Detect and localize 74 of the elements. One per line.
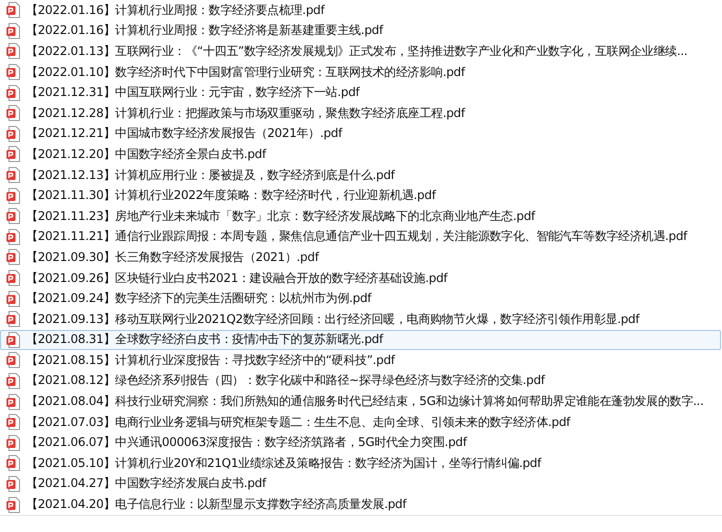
file-row[interactable]: 【2022.01.10】数字经济时代下中国财富管理行业研究：互联网技术的经济影响.pdf xyxy=(0,62,721,82)
file-row[interactable]: 【2021.11.23】房地产行业未来城市「数字」北京：数字经济发展战略下的北京商业地产生态.pdf xyxy=(0,206,721,227)
file-row[interactable]: 【2022.01.16】计算机行业周报：数字经济要点梳理.pdf xyxy=(0,0,721,21)
file-name: 【2021.09.24】数字经济下的完美生活圈研究：以杭州市为例.pdf xyxy=(26,290,372,308)
file-name: 【2021.04.20】电子信息行业：以新型显示支撑数字经济高质量发展.pdf xyxy=(26,496,406,514)
pdf-file-icon xyxy=(6,167,20,184)
pdf-file-icon xyxy=(6,311,20,328)
pdf-file-icon xyxy=(6,188,20,204)
file-name: 【2021.12.20】中国数字经济全景白皮书.pdf xyxy=(26,146,266,163)
pdf-file-icon xyxy=(6,146,20,162)
file-row[interactable]: 【2021.12.20】中国数字经济全景白皮书.pdf xyxy=(0,144,721,165)
file-row[interactable]: 【2021.12.13】计算机应用行业：屡被提及，数字经济到底是什么.pdf xyxy=(0,164,721,186)
file-row[interactable]: 【2021.08.04】科技行业研究洞察：我们所熟知的通信服务时代已经结束，5G和边缘计算将如何帮助界定谁能在蓬勃发展的数字... xyxy=(0,391,721,412)
pdf-file-icon xyxy=(6,290,20,307)
pdf-file-icon xyxy=(6,249,20,266)
pdf-file-icon xyxy=(6,228,20,245)
pdf-file-icon xyxy=(6,455,20,472)
file-row[interactable]: 【2021.05.10】计算机行业20Y和21Q1业绩综述及策略报告：数字经济为国计，坐等行情纠偏.pdf xyxy=(0,453,721,474)
pdf-file-icon xyxy=(6,270,20,286)
pdf-file-icon xyxy=(6,105,20,122)
pdf-file-icon xyxy=(6,332,20,348)
file-row[interactable]: 【2021.07.03】电商行业业务逻辑与研究框架专题二：生生不息、走向全球、引领未来的数字经济体.pdf xyxy=(0,412,721,432)
pdf-file-icon xyxy=(6,64,20,80)
file-row[interactable]: 【2021.09.13】移动互联网行业2021Q2数字经济回顾：出行经济回暖，电商购物节火爆，数字经济引领作用彰显.pdf xyxy=(0,308,721,330)
file-row[interactable]: 【2021.12.31】中国互联网行业：元宇宙，数字经济下一站.pdf xyxy=(0,82,721,103)
file-name: 【2021.12.21】中国城市数字经济发展报告（2021年）.pdf xyxy=(26,125,342,142)
file-name: 【2021.08.31】全球数字经济白皮书：疫情冲击下的复苏新曙光.pdf xyxy=(26,331,383,348)
file-name: 【2021.07.03】电商行业业务逻辑与研究框架专题二：生生不息、走向全球、引领未来的数字经济体.pdf xyxy=(26,414,570,431)
pdf-file-icon xyxy=(6,476,20,492)
pdf-file-icon xyxy=(6,434,20,451)
file-row[interactable]: 【2021.08.15】计算机行业深度报告：寻找数字经济中的“硬科技”.pdf xyxy=(0,350,721,371)
file-row[interactable]: 【2021.09.30】长三角数字经济发展报告（2021）.pdf xyxy=(0,247,721,268)
file-name: 【2021.12.13】计算机应用行业：屡被提及，数字经济到底是什么.pdf xyxy=(26,166,395,184)
file-name: 【2021.09.13】移动互联网行业2021Q2数字经济回顾：出行经济回暖，电商购物节火爆，数字经济引领作用彰显.pdf xyxy=(26,310,640,328)
file-row[interactable]: 【2022.01.16】计算机行业周报：数字经济将是新基建重要主线.pdf xyxy=(0,20,721,42)
file-row[interactable]: 【2021.12.28】计算机行业：把握政策与市场双重驱动，聚焦数字经济底座工程.pdf xyxy=(0,102,721,124)
pdf-file-icon xyxy=(6,394,20,410)
pdf-file-icon xyxy=(6,84,20,101)
pdf-file-icon xyxy=(6,22,20,39)
file-name: 【2021.11.23】房地产行业未来城市「数字」北京：数字经济发展战略下的北京商业地产生态.pdf xyxy=(26,208,535,225)
pdf-file-icon xyxy=(6,43,20,60)
file-row[interactable]: 【2021.08.31】全球数字经济白皮书：疫情冲击下的复苏新曙光.pdf xyxy=(0,330,721,350)
file-name: 【2021.06.07】中兴通讯000063深度报告：数字经济筑路者，5G时代全力突围.pdf xyxy=(26,434,467,452)
file-name: 【2021.12.28】计算机行业：把握政策与市场双重驱动，聚焦数字经济底座工程.pdf xyxy=(26,104,465,122)
file-row[interactable]: 【2022.01.13】互联网行业：《“十四五”数字经济发展规划》正式发布，坚持推进数字产业化和产业数字化，互联网企业继续... xyxy=(0,41,721,62)
file-name: 【2021.08.12】绿色经济系列报告（四）：数字化碳中和路径~探寻绿色经济与数字经济的交集.pdf xyxy=(26,372,545,390)
pdf-file-icon xyxy=(6,126,20,142)
file-name: 【2022.01.13】互联网行业：《“十四五”数字经济发展规划》正式发布，坚持推进数字产业化和产业数字化，互联网企业继续... xyxy=(26,42,688,60)
file-row[interactable]: 【2021.04.27】中国数字经济发展白皮书.pdf xyxy=(0,474,721,494)
file-name: 【2021.08.15】计算机行业深度报告：寻找数字经济中的“硬科技”.pdf xyxy=(26,352,395,369)
pdf-file-icon xyxy=(6,372,20,389)
file-row[interactable]: 【2021.11.21】通信行业跟踪周报：本周专题，聚焦信息通信产业十四五规划，关注能源数字化、智能汽车等数字经济机遇.pdf xyxy=(0,226,721,248)
file-row[interactable]: 【2021.04.20】电子信息行业：以新型显示支撑数字经济高质量发展.pdf xyxy=(0,494,721,515)
pdf-file-icon xyxy=(6,414,20,430)
file-row[interactable]: 【2021.09.26】区块链行业白皮书2021：建设融合开放的数字经济基础设施.pdf xyxy=(0,268,721,288)
file-name: 【2022.01.16】计算机行业周报：数字经济要点梳理.pdf xyxy=(26,2,324,19)
file-row[interactable]: 【2021.12.21】中国城市数字经济发展报告（2021年）.pdf xyxy=(0,124,721,144)
pdf-file-icon xyxy=(6,496,20,513)
file-name: 【2021.11.21】通信行业跟踪周报：本周专题，聚焦信息通信产业十四五规划，关注能源数字化、智能汽车等数字经济机遇.pdf xyxy=(26,228,688,246)
file-row[interactable]: 【2021.09.24】数字经济下的完美生活圈研究：以杭州市为例.pdf xyxy=(0,288,721,309)
file-name: 【2021.11.30】计算机行业2022年度策略：数字经济时代，行业迎新机遇.pdf xyxy=(26,187,436,204)
pdf-file-icon xyxy=(6,208,20,224)
file-name: 【2022.01.16】计算机行业周报：数字经济将是新基建重要主线.pdf xyxy=(26,22,383,40)
pdf-file-icon xyxy=(6,352,20,368)
file-name: 【2021.09.30】长三角数字经济发展报告（2021）.pdf xyxy=(26,248,319,266)
file-name: 【2021.05.10】计算机行业20Y和21Q1业绩综述及策略报告：数字经济为国计，坐等行情纠偏.pdf xyxy=(26,454,542,472)
file-row[interactable]: 【2021.11.30】计算机行业2022年度策略：数字经济时代，行业迎新机遇.pdf xyxy=(0,185,721,206)
file-name: 【2021.04.27】中国数字经济发展白皮书.pdf xyxy=(26,475,266,492)
file-name: 【2021.12.31】中国互联网行业：元宇宙，数字经济下一站.pdf xyxy=(26,84,360,102)
file-name: 【2022.01.10】数字经济时代下中国财富管理行业研究：互联网技术的经济影响.pdf xyxy=(26,64,465,81)
file-row[interactable]: 【2021.06.07】中兴通讯000063深度报告：数字经济筑路者，5G时代全力突围.pdf xyxy=(0,432,721,454)
file-name: 【2021.08.04】科技行业研究洞察：我们所熟知的通信服务时代已经结束，5G和边缘计算将如何帮助界定谁能在蓬勃发展的数字... xyxy=(26,393,704,410)
file-name: 【2021.09.26】区块链行业白皮书2021：建设融合开放的数字经济基础设施.pdf xyxy=(26,270,448,287)
file-row[interactable]: 【2021.08.12】绿色经济系列报告（四）：数字化碳中和路径~探寻绿色经济与数字经济的交集.pdf xyxy=(0,370,721,392)
